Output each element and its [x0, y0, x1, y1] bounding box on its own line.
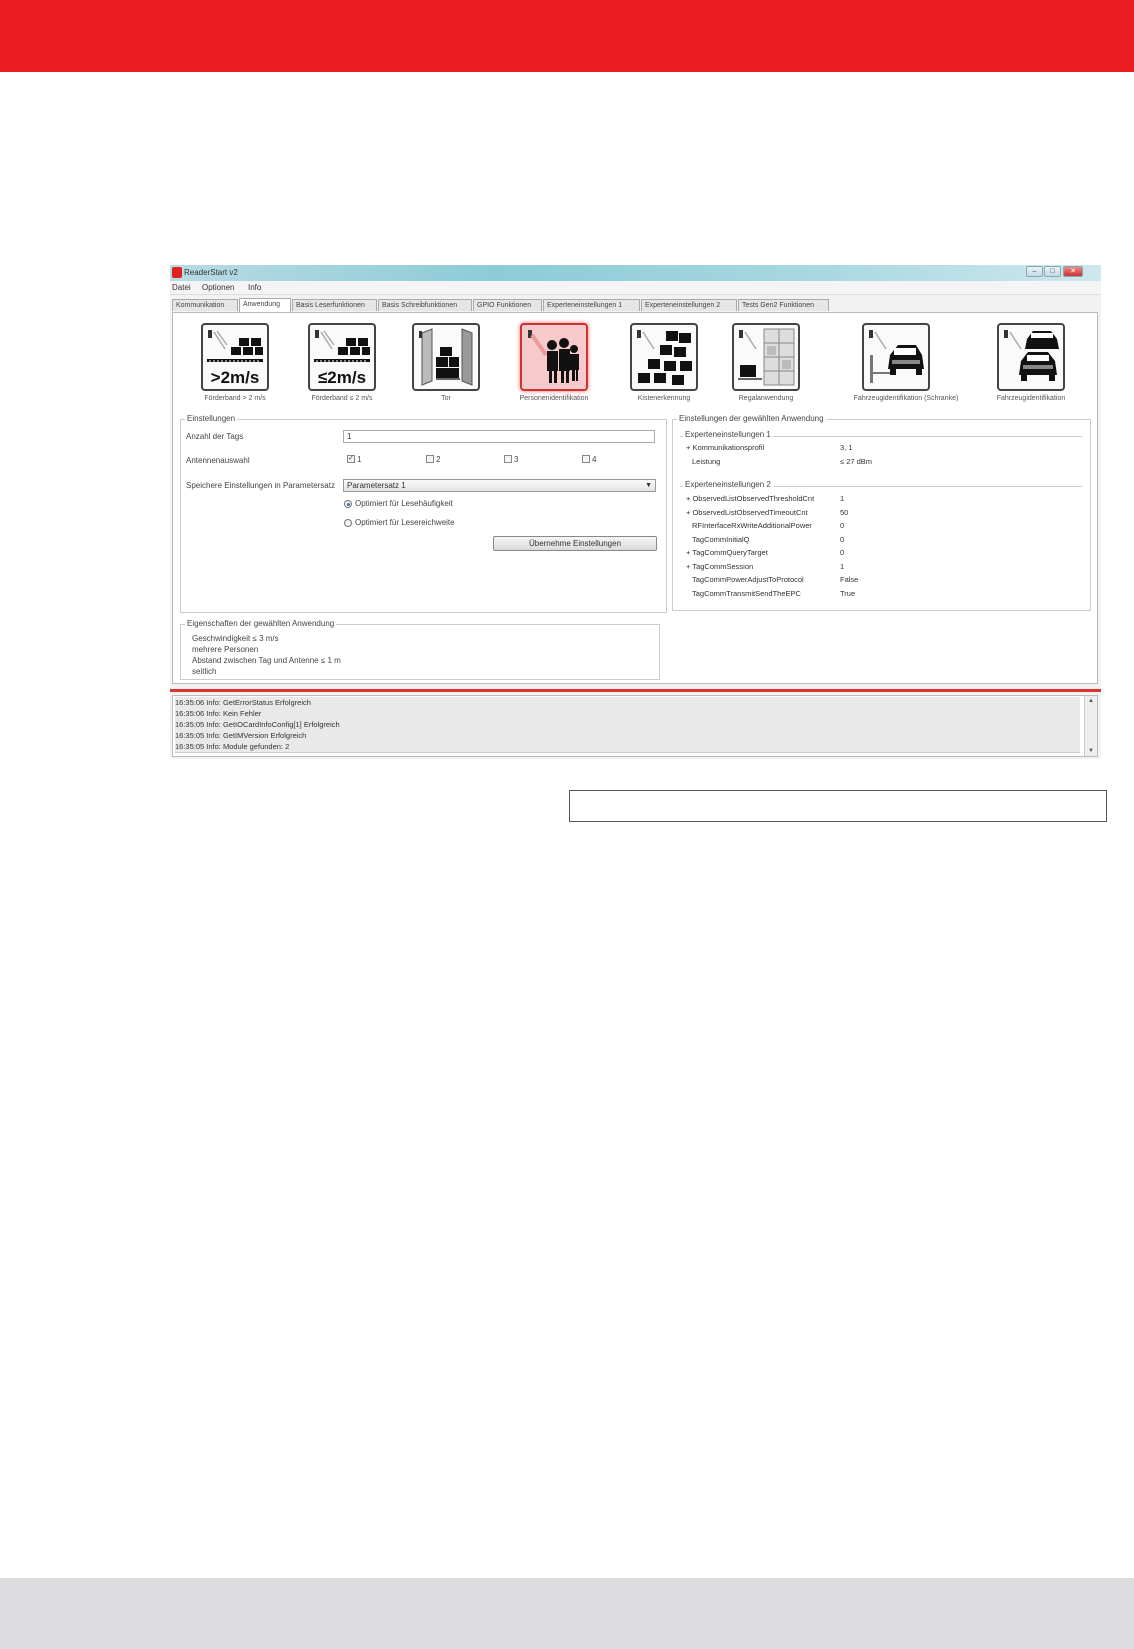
- app-label-car-barrier: Fahrzeugidentifikation (Schranke): [853, 395, 959, 402]
- antenna-1-checkbox[interactable]: ✓: [347, 455, 355, 463]
- log-line: 16:35:05 Info: Module gefunden: 2: [175, 741, 1080, 753]
- menu-bar: Datei Optionen Info: [170, 281, 1101, 295]
- antenna-4-checkbox[interactable]: [582, 455, 590, 463]
- app-logo-icon: [172, 267, 182, 278]
- tab-experteneinstellungen-2[interactable]: Experteneinstellungen 2: [641, 299, 737, 311]
- property-line-2: Abstand zwischen Tag und Antenne ≤ 1 m: [192, 656, 341, 665]
- property-line-1: mehrere Personen: [192, 645, 259, 654]
- settings-group-title: Einstellungen: [185, 414, 238, 423]
- antenna-2-checkbox[interactable]: [426, 455, 434, 463]
- expert-2-value-4: 0: [840, 548, 845, 557]
- tag-count-label: Anzahl der Tags: [186, 432, 244, 441]
- antenna-4-label: 4: [592, 455, 597, 464]
- save-paramset-label: Speichere Einstellungen in Parametersatz: [186, 481, 335, 490]
- footer-gray-bar: [0, 1578, 1134, 1649]
- conveyor-slow-icon[interactable]: ≤2m/s: [308, 323, 376, 391]
- scroll-down-icon[interactable]: ▼: [1085, 746, 1097, 756]
- application-window: ReaderStart v2 – □ ✕ Datei Optionen Info…: [170, 265, 1101, 759]
- header-red-bar: [0, 0, 1134, 72]
- app-label-shelf: Regalanwendung: [738, 395, 794, 402]
- antenna-label: Antennenauswahl: [186, 456, 250, 465]
- expert-2-key-1: + ObservedListObservedTimeoutCnt: [686, 507, 808, 517]
- expert-section-1-title: Experteneinstellungen 1: [683, 430, 773, 439]
- minimize-button[interactable]: –: [1026, 266, 1043, 277]
- radio-optimize-frequency-label: Optimiert für Lesehäufigkeit: [355, 499, 453, 508]
- expert-2-key-3: TagCommInitialQ: [692, 534, 750, 544]
- antenna-2-label: 2: [436, 455, 441, 464]
- property-line-3: seitlich: [192, 667, 217, 676]
- expert-section-2-title: Experteneinstellungen 2: [683, 480, 773, 489]
- expert-2-key-5: + TagCommSession: [686, 561, 754, 571]
- tab-basis-schreibfunktionen[interactable]: Basis Schreibfunktionen: [378, 299, 472, 311]
- expert-2-value-5: 1: [840, 561, 845, 571]
- empty-caption-box: [569, 790, 1107, 822]
- expert-2-value-6: False: [840, 575, 859, 584]
- app-label-cars: Fahrzeugidentifikation: [996, 395, 1066, 402]
- conveyor-slow-speed-text: ≤2m/s: [318, 368, 366, 387]
- expert-2-value-3: 0: [840, 534, 845, 544]
- log-separator: [170, 689, 1101, 692]
- menu-optionen[interactable]: Optionen: [202, 283, 234, 292]
- tab-gpio-funktionen[interactable]: GPIO Funktionen: [473, 299, 542, 311]
- settings-group: Einstellungen: [180, 414, 667, 613]
- antenna-1-label: 1: [357, 455, 362, 464]
- apply-settings-button[interactable]: Übernehme Einstellungen: [493, 536, 657, 551]
- expert-2-key-4: + TagCommQueryTarget: [686, 548, 768, 557]
- expert-2-value-7: True: [840, 588, 856, 598]
- tab-basis-leserfunktionen[interactable]: Basis Leserfunktionen: [292, 299, 377, 311]
- app-label-gate: Tor: [441, 395, 451, 402]
- expert-2-key-7: TagCommTransmitSendTheEPC: [692, 588, 801, 598]
- conveyor-fast-speed-text: >2m/s: [211, 368, 260, 387]
- radio-optimize-frequency[interactable]: [344, 500, 352, 508]
- car-barrier-icon[interactable]: [862, 323, 930, 391]
- radio-optimize-range[interactable]: [344, 519, 352, 527]
- scroll-up-icon[interactable]: ▲: [1085, 696, 1097, 706]
- chevron-down-icon: ▼: [645, 482, 652, 489]
- expert-1-key-1: Leistung: [692, 457, 721, 466]
- tab-tests-gen2-funktionen[interactable]: Tests Gen2 Funktionen: [738, 299, 829, 311]
- expert-2-key-0: + ObservedListObservedThresholdCnt: [686, 494, 815, 503]
- expert-1-value-0: 3, 1: [840, 443, 853, 452]
- menu-datei[interactable]: Datei: [172, 283, 191, 292]
- paramset-select-value: Parametersatz 1: [347, 481, 406, 490]
- gate-icon[interactable]: [412, 323, 480, 391]
- expert-2-value-2: 0: [840, 521, 845, 530]
- tag-count-field[interactable]: 1: [343, 430, 655, 443]
- expert-2-value-1: 50: [840, 507, 849, 517]
- log-scrollbar[interactable]: ▲ ▼: [1084, 696, 1097, 756]
- title-bar: ReaderStart v2 – □ ✕: [170, 265, 1101, 281]
- conveyor-fast-icon[interactable]: >2m/s: [201, 323, 269, 391]
- expert-1-key-0: + Kommunikationsprofil: [686, 443, 765, 452]
- expert-2-key-2: RFInterfaceRxWriteAdditionalPower: [692, 521, 812, 530]
- tab-experteneinstellungen-1[interactable]: Experteneinstellungen 1: [543, 299, 640, 311]
- expert-1-value-1: ≤ 27 dBm: [840, 457, 873, 466]
- radio-optimize-range-label: Optimiert für Lesereichweite: [355, 518, 455, 527]
- shelf-icon[interactable]: [732, 323, 800, 391]
- antenna-3-label: 3: [514, 455, 519, 464]
- paramset-select[interactable]: Parametersatz 1 ▼: [343, 479, 656, 492]
- antenna-3-checkbox[interactable]: [504, 455, 512, 463]
- expert-settings-group-title: Einstellungen der gewählten Anwendung: [677, 414, 826, 423]
- menu-info[interactable]: Info: [248, 283, 261, 292]
- maximize-button[interactable]: □: [1044, 266, 1061, 277]
- boxes-icon[interactable]: [630, 323, 698, 391]
- cars-icon[interactable]: [997, 323, 1065, 391]
- app-label-conveyor-fast: Förderband > 2 m/s: [204, 395, 266, 402]
- tab-anwendung[interactable]: Anwendung: [239, 298, 291, 312]
- people-icon[interactable]: [520, 323, 588, 391]
- close-button[interactable]: ✕: [1063, 266, 1083, 277]
- app-label-conveyor-slow: Förderband ≤ 2 m/s: [311, 395, 373, 402]
- window-title: ReaderStart v2: [184, 268, 238, 277]
- property-line-0: Geschwindigkeit ≤ 3 m/s: [192, 634, 279, 643]
- expert-2-key-6: TagCommPowerAdjustToProtocol: [692, 575, 804, 584]
- tab-kommunikation[interactable]: Kommunikation: [172, 299, 238, 311]
- log-panel[interactable]: 16:35:06 Info: GetErrorStatus Erfolgreic…: [172, 695, 1098, 757]
- expert-2-value-0: 1: [840, 494, 845, 503]
- properties-group-title: Eigenschaften der gewählten Anwendung: [185, 619, 337, 628]
- app-label-people: Personenidentifikation: [519, 395, 589, 402]
